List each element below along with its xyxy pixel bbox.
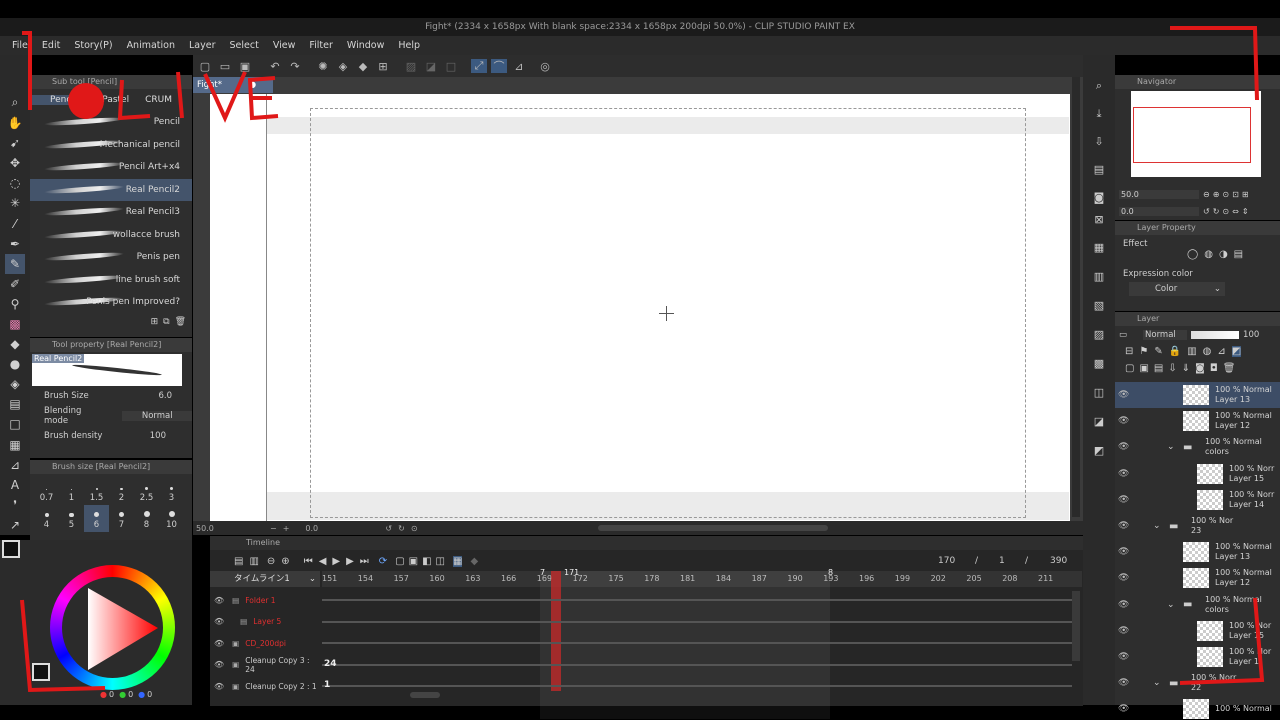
live-record-dot <box>68 83 104 119</box>
live-overlay-stroke-v <box>203 71 247 123</box>
live-overlay-stroke-l <box>117 79 151 121</box>
live-overlay-stroke-tr <box>1170 26 1259 101</box>
live-overlay-stroke-bl <box>20 599 106 693</box>
live-overlay-stroke-tl <box>22 31 32 110</box>
live-overlay-stroke-e <box>247 76 279 121</box>
live-overlay <box>20 26 1265 693</box>
live-overlay-stroke-i <box>176 71 184 119</box>
live-overlay-stroke-br <box>1179 597 1265 685</box>
